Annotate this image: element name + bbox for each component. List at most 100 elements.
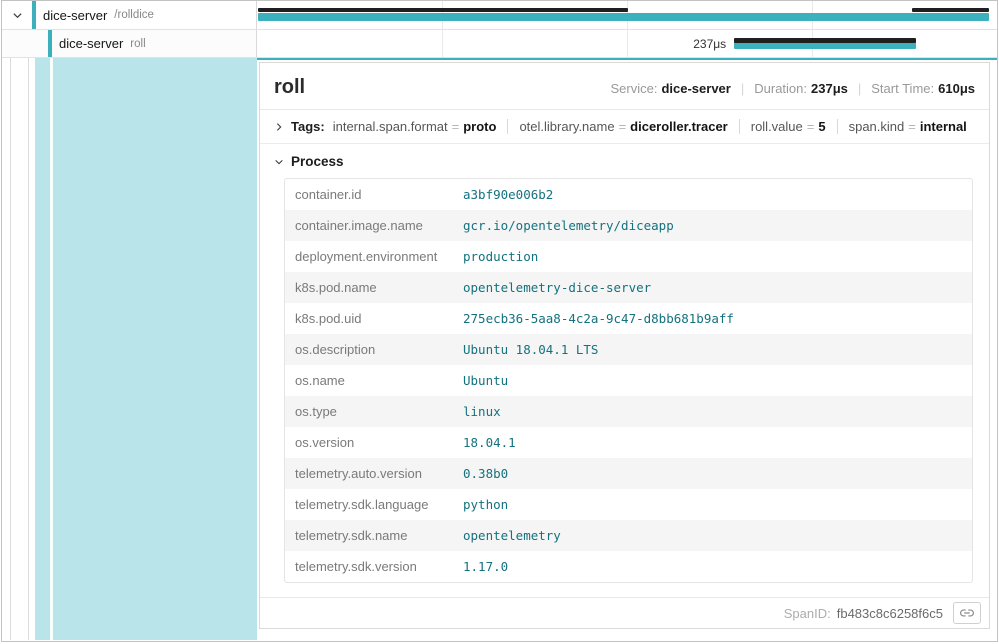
- critical-path-segment: [258, 8, 628, 12]
- span-duration-label: 237μs: [257, 37, 726, 51]
- tag-value: proto: [463, 119, 496, 134]
- process-kv-table: container.ida3bf90e006b2 container.image…: [284, 178, 973, 583]
- table-row: deployment.environmentproduction: [285, 241, 972, 272]
- timeline-rolldice[interactable]: [257, 1, 997, 29]
- kv-value: opentelemetry: [453, 520, 972, 551]
- kv-value: production: [453, 241, 972, 272]
- tag-key: internal.span.format: [333, 119, 448, 134]
- tag-key: roll.value: [751, 119, 803, 134]
- spanid-value: fb483c8c6258f6c5: [837, 606, 943, 621]
- kv-key: k8s.pod.uid: [285, 303, 453, 334]
- separator: [858, 81, 861, 96]
- span-detail-footer: SpanID: fb483c8c6258f6c5: [260, 597, 989, 628]
- kv-key: container.id: [285, 179, 453, 210]
- tag-summary-item: roll.value 5: [739, 119, 826, 134]
- table-row: os.nameUbuntu: [285, 365, 972, 396]
- span-bar-roll[interactable]: [734, 42, 916, 49]
- timeline-roll[interactable]: 237μs: [257, 30, 997, 57]
- link-icon: [960, 606, 974, 620]
- table-row: container.image.namegcr.io/opentelemetry…: [285, 210, 972, 241]
- process-section: Process container.ida3bf90e006b2 contain…: [260, 144, 989, 597]
- duration-label: Duration:: [754, 81, 807, 96]
- tag-key: otel.library.name: [519, 119, 614, 134]
- separator: [741, 81, 744, 96]
- equals-sign: [619, 119, 627, 134]
- duration-value: 237μs: [811, 81, 848, 96]
- tree-guide-line: [10, 58, 11, 640]
- kv-key: telemetry.sdk.language: [285, 489, 453, 520]
- tag-value: 5: [818, 119, 825, 134]
- spanid-label: SpanID:: [784, 606, 831, 621]
- service-color-bar: [32, 1, 36, 29]
- chevron-right-icon: [274, 122, 284, 132]
- kv-value: 18.04.1: [453, 427, 972, 458]
- equals-sign: [908, 119, 916, 134]
- selected-span-highlight[interactable]: [35, 58, 257, 640]
- process-accordion[interactable]: Process: [274, 154, 975, 169]
- equals-sign: [807, 119, 815, 134]
- kv-key: os.name: [285, 365, 453, 396]
- start-time-value: 610μs: [938, 81, 975, 96]
- kv-key: os.version: [285, 427, 453, 458]
- span-tree-offset: [2, 58, 257, 640]
- kv-value: opentelemetry-dice-server: [453, 272, 972, 303]
- tag-value: internal: [920, 119, 967, 134]
- service-name: dice-server: [59, 36, 123, 51]
- critical-path-segment: [912, 8, 989, 12]
- tags-accordion[interactable]: Tags: internal.span.format proto otel.lib…: [260, 110, 989, 144]
- kv-key: telemetry.sdk.version: [285, 551, 453, 582]
- tags-label: Tags:: [291, 119, 325, 134]
- tag-summary-item: span.kindinternal: [837, 119, 967, 134]
- copy-span-link-button[interactable]: [953, 602, 981, 624]
- span-row-rolldice[interactable]: dice-server /rolldice: [2, 1, 997, 30]
- tree-guide-line: [28, 58, 29, 640]
- service-value: dice-server: [661, 81, 730, 96]
- kv-key: telemetry.sdk.name: [285, 520, 453, 551]
- kv-key: os.type: [285, 396, 453, 427]
- kv-value: Ubuntu: [453, 365, 972, 396]
- kv-value: Ubuntu 18.04.1 LTS: [453, 334, 972, 365]
- trace-view-page: dice-server /rolldice dice-server roll 2…: [1, 0, 998, 642]
- table-row: telemetry.auto.version0.38b0: [285, 458, 972, 489]
- service-name: dice-server: [43, 8, 107, 23]
- service-color-bar: [48, 30, 52, 57]
- kv-value: 0.38b0: [453, 458, 972, 489]
- kv-key: os.description: [285, 334, 453, 365]
- process-label: Process: [291, 154, 344, 169]
- tag-summary-item: internal.span.format proto: [333, 119, 497, 134]
- table-row: os.descriptionUbuntu 18.04.1 LTS: [285, 334, 972, 365]
- table-row: k8s.pod.nameopentelemetry-dice-server: [285, 272, 972, 303]
- table-row: telemetry.sdk.version1.17.0: [285, 551, 972, 582]
- span-detail-panel: roll Service:dice-server Duration: 237μs St…: [257, 58, 997, 640]
- critical-path-segment: [734, 38, 916, 43]
- span-detail-card: roll Service:dice-server Duration: 237μs St…: [259, 62, 990, 629]
- span-operation-title: roll: [274, 76, 305, 99]
- service-label: Service:: [611, 81, 658, 96]
- operation-name: /rolldice: [114, 9, 154, 21]
- kv-key: container.image.name: [285, 210, 453, 241]
- table-row: container.ida3bf90e006b2: [285, 179, 972, 210]
- kv-value: gcr.io/opentelemetry/diceapp: [453, 210, 972, 241]
- table-row: telemetry.sdk.languagepython: [285, 489, 972, 520]
- table-row: telemetry.sdk.nameopentelemetry: [285, 520, 972, 551]
- kv-value: a3bf90e006b2: [453, 179, 972, 210]
- span-detail-header: roll Service:dice-server Duration: 237μs St…: [260, 63, 989, 110]
- kv-value: python: [453, 489, 972, 520]
- kv-value: 1.17.0: [453, 551, 972, 582]
- table-row: os.typelinux: [285, 396, 972, 427]
- table-row: os.version18.04.1: [285, 427, 972, 458]
- operation-name: roll: [130, 38, 145, 50]
- table-row: k8s.pod.uid275ecb36-5aa8-4c2a-9c47-d8bb6…: [285, 303, 972, 334]
- tag-summary-item: otel.library.namediceroller.tracer: [507, 119, 727, 134]
- span-row-roll[interactable]: dice-server roll 237μs: [2, 30, 997, 58]
- collapse-children-icon[interactable]: [8, 6, 26, 24]
- span-name-cell-roll[interactable]: dice-server roll: [2, 30, 257, 57]
- span-detail-row: roll Service:dice-server Duration: 237μs St…: [2, 58, 997, 640]
- start-time-label: Start Time:: [871, 81, 934, 96]
- span-overview-stats: Service:dice-server Duration: 237μs Start T…: [611, 81, 976, 96]
- kv-key: telemetry.auto.version: [285, 458, 453, 489]
- equals-sign: [452, 119, 460, 134]
- span-bar-rolldice[interactable]: [258, 13, 989, 21]
- kv-value: 275ecb36-5aa8-4c2a-9c47-d8bb681b9aff: [453, 303, 972, 334]
- span-name-cell-rolldice[interactable]: dice-server /rolldice: [2, 1, 257, 29]
